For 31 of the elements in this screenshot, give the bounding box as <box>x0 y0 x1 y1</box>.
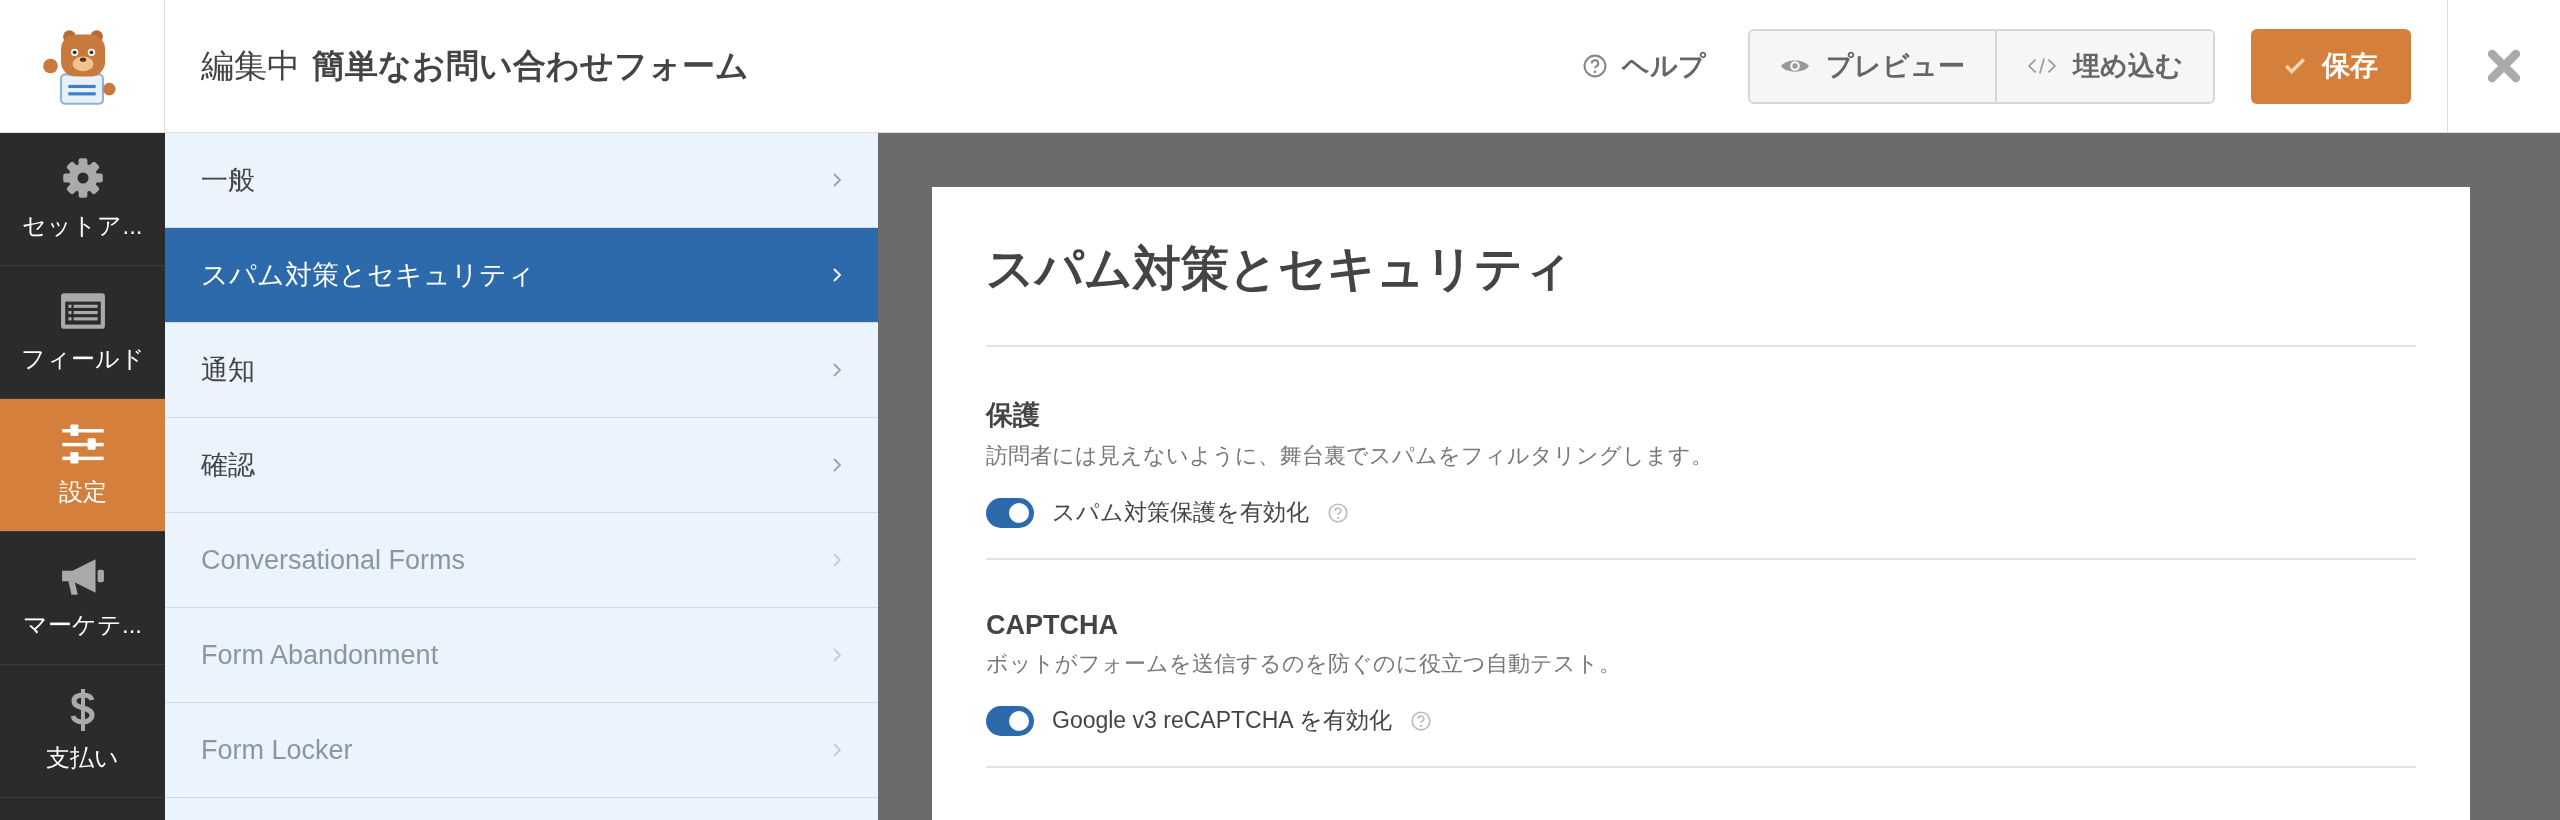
chevron-right-icon <box>832 267 842 283</box>
checkmark-icon <box>2284 57 2306 75</box>
close-icon[interactable] <box>2487 49 2521 83</box>
help-button[interactable]: ヘルプ <box>1576 47 1712 85</box>
section-heading: CAPTCHA <box>986 610 1119 641</box>
help-icon <box>1582 53 1608 79</box>
help-icon[interactable] <box>1409 709 1432 732</box>
settings-menu-item[interactable]: スパム対策とセキュリティ <box>165 228 878 323</box>
chevron-right-icon <box>832 172 842 188</box>
chevron-right-icon <box>832 742 842 758</box>
rail-tab[interactable]: 設定 <box>0 399 165 532</box>
chevron-right-icon <box>832 647 842 663</box>
form-title: 簡単なお問い合わせフォーム <box>312 45 749 86</box>
section-description: ボットがフォームを送信するのを防ぐのに役立つ自動テスト。 <box>986 650 1622 678</box>
chevron-right-icon <box>832 457 842 473</box>
chevron-right-icon <box>832 362 842 378</box>
toggle-switch[interactable] <box>986 497 1034 528</box>
help-icon[interactable] <box>1327 501 1349 524</box>
section-description: 訪問者には見えないように、舞台裏でスパムをフィルタリングします。 <box>986 442 1714 470</box>
code-icon <box>2027 56 2057 76</box>
toggle-label: スパム対策保護を有効化 <box>1052 498 1309 527</box>
panel-title: スパム対策とセキュリティ <box>986 187 2416 347</box>
toggle-label: Google v3 reCAPTCHA を有効化 <box>1052 706 1392 735</box>
sliders-icon <box>59 422 106 466</box>
toggle-switch[interactable] <box>986 705 1034 736</box>
section-heading: 保護 <box>986 399 1041 432</box>
chevron-right-icon <box>832 552 842 568</box>
editing-label: 編集中 <box>201 45 300 86</box>
rail-tab[interactable]: セットア... <box>0 133 165 266</box>
embed-button[interactable]: 埋め込む <box>1995 30 2213 102</box>
save-button[interactable]: 保存 <box>2251 28 2411 104</box>
